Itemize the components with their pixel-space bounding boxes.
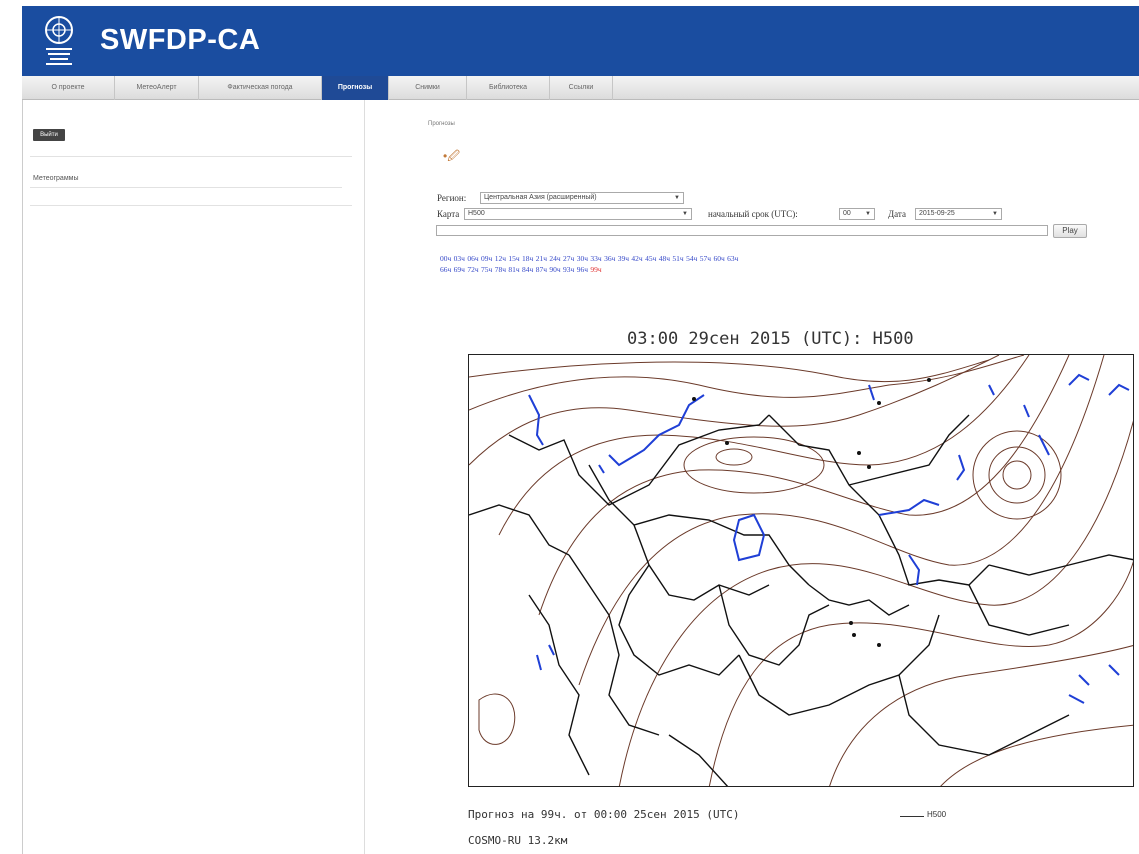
start-time-select[interactable]: 00 ▼ bbox=[839, 208, 875, 220]
forecast-hour-link[interactable]: 69ч bbox=[454, 265, 465, 274]
legend-swatch bbox=[900, 816, 924, 817]
forecast-map bbox=[468, 354, 1134, 787]
nav-item-meteoalert[interactable]: МетеоАлерт bbox=[115, 76, 199, 100]
forecast-hour-link[interactable]: 21ч bbox=[536, 254, 547, 263]
start-time-label: начальный срок (UTC): bbox=[708, 209, 798, 219]
exit-button[interactable]: Выйти bbox=[33, 129, 65, 141]
forecast-hour-link[interactable]: 03ч bbox=[454, 254, 465, 263]
forecast-hour-link[interactable]: 00ч bbox=[440, 254, 451, 263]
nav-item-links[interactable]: Ссылки bbox=[550, 76, 613, 100]
wmo-logo-icon bbox=[45, 16, 73, 65]
h500-contours bbox=[469, 355, 1133, 786]
forecast-caption: Прогноз на 99ч. от 00:00 25сен 2015 (UTC… bbox=[468, 808, 740, 821]
sidebar-divider bbox=[30, 156, 352, 157]
country-borders bbox=[469, 414, 1133, 786]
print-icon[interactable]: •🖉 bbox=[443, 147, 460, 168]
forecast-hour-link[interactable]: 33ч bbox=[590, 254, 601, 263]
forecast-hour-link[interactable]: 45ч bbox=[645, 254, 656, 263]
forecast-hour-link[interactable]: 51ч bbox=[672, 254, 683, 263]
forecast-hour-link[interactable]: 93ч bbox=[563, 265, 574, 274]
forecast-hour-link[interactable]: 24ч bbox=[549, 254, 560, 263]
forecast-hour-link[interactable]: 36ч bbox=[604, 254, 615, 263]
play-button[interactable]: Play bbox=[1053, 224, 1087, 238]
forecast-hour-link[interactable]: 60ч bbox=[713, 254, 724, 263]
site-header: SWFDP-CA bbox=[22, 6, 1139, 76]
nav-item-forecasts[interactable]: Прогнозы bbox=[322, 76, 389, 100]
sidebar-link-meteograms[interactable]: Метеограммы bbox=[33, 175, 78, 182]
chevron-down-icon: ▼ bbox=[674, 195, 680, 201]
date-label: Дата bbox=[888, 209, 906, 219]
forecast-hour-link[interactable]: 75ч bbox=[481, 265, 492, 274]
forecast-hour-link[interactable]: 63ч bbox=[727, 254, 738, 263]
chevron-down-icon: ▼ bbox=[682, 211, 688, 217]
forecast-hour-link[interactable]: 96ч bbox=[577, 265, 588, 274]
forecast-hour-link[interactable]: 42ч bbox=[631, 254, 642, 263]
region-label: Регион: bbox=[437, 193, 467, 203]
sidebar-divider bbox=[30, 205, 352, 206]
sidebar-divider bbox=[30, 187, 342, 188]
forecast-hour-link[interactable]: 18ч bbox=[522, 254, 533, 263]
forecast-hour-link[interactable]: 48ч bbox=[659, 254, 670, 263]
forecast-hour-link[interactable]: 15ч bbox=[508, 254, 519, 263]
forecast-hour-link[interactable]: 87ч bbox=[536, 265, 547, 274]
site-title: SWFDP-CA bbox=[100, 24, 261, 56]
map-select[interactable]: H500 ▼ bbox=[464, 208, 692, 220]
forecast-hour-link[interactable]: 99ч bbox=[590, 265, 601, 274]
frame-border bbox=[22, 100, 23, 854]
nav-item-library[interactable]: Библиотека bbox=[467, 76, 550, 100]
animation-slider[interactable] bbox=[436, 225, 1048, 236]
forecast-hour-link[interactable]: 66ч bbox=[440, 265, 451, 274]
forecast-hour-link[interactable]: 90ч bbox=[549, 265, 560, 274]
nav-item-actual-weather[interactable]: Фактическая погода bbox=[199, 76, 322, 100]
region-select[interactable]: Центральная Азия (расширенный) ▼ bbox=[480, 192, 684, 204]
forecast-hours-row1: 00ч 03ч 06ч 09ч 12ч 15ч 18ч 21ч 24ч 27ч 30ч 33ч 36ч 3… bbox=[440, 253, 1060, 264]
model-caption: COSMO-RU 13.2км bbox=[468, 834, 568, 847]
forecast-hour-link[interactable]: 84ч bbox=[522, 265, 533, 274]
map-label: Карта bbox=[437, 209, 460, 219]
map-select-value: H500 bbox=[468, 210, 485, 217]
main-nav: О проекте МетеоАлерт Фактическая погода … bbox=[22, 76, 1139, 100]
forecast-hour-link[interactable]: 09ч bbox=[481, 254, 492, 263]
forecast-hour-link[interactable]: 06ч bbox=[467, 254, 478, 263]
column-divider bbox=[364, 100, 365, 854]
start-time-value: 00 bbox=[843, 210, 851, 217]
nav-item-images[interactable]: Снимки bbox=[389, 76, 467, 100]
region-select-value: Центральная Азия (расширенный) bbox=[484, 194, 597, 201]
forecast-hour-link[interactable]: 54ч bbox=[686, 254, 697, 263]
forecast-hours-row2: 66ч 69ч 72ч 75ч 78ч 81ч 84ч 87ч 90ч 93ч 96ч 99ч bbox=[440, 264, 1060, 275]
forecast-hour-link[interactable]: 57ч bbox=[700, 254, 711, 263]
date-select[interactable]: 2015-09-25 ▼ bbox=[915, 208, 1002, 220]
forecast-hour-link[interactable]: 72ч bbox=[467, 265, 478, 274]
map-graphic bbox=[469, 355, 1133, 786]
forecast-hour-link[interactable]: 39ч bbox=[618, 254, 629, 263]
forecast-hour-link[interactable]: 12ч bbox=[495, 254, 506, 263]
forecast-hour-link[interactable]: 81ч bbox=[508, 265, 519, 274]
forecast-hour-link[interactable]: 27ч bbox=[563, 254, 574, 263]
chevron-down-icon: ▼ bbox=[865, 211, 871, 217]
legend-label: H500 bbox=[927, 810, 947, 819]
chevron-down-icon: ▼ bbox=[992, 211, 998, 217]
map-title: 03:00 29сен 2015 (UTC): H500 bbox=[627, 329, 914, 349]
nav-item-about[interactable]: О проекте bbox=[22, 76, 115, 100]
forecast-hour-link[interactable]: 78ч bbox=[495, 265, 506, 274]
date-select-value: 2015-09-25 bbox=[919, 210, 955, 217]
forecast-hour-link[interactable]: 30ч bbox=[577, 254, 588, 263]
breadcrumb: Прогнозы bbox=[428, 121, 455, 127]
